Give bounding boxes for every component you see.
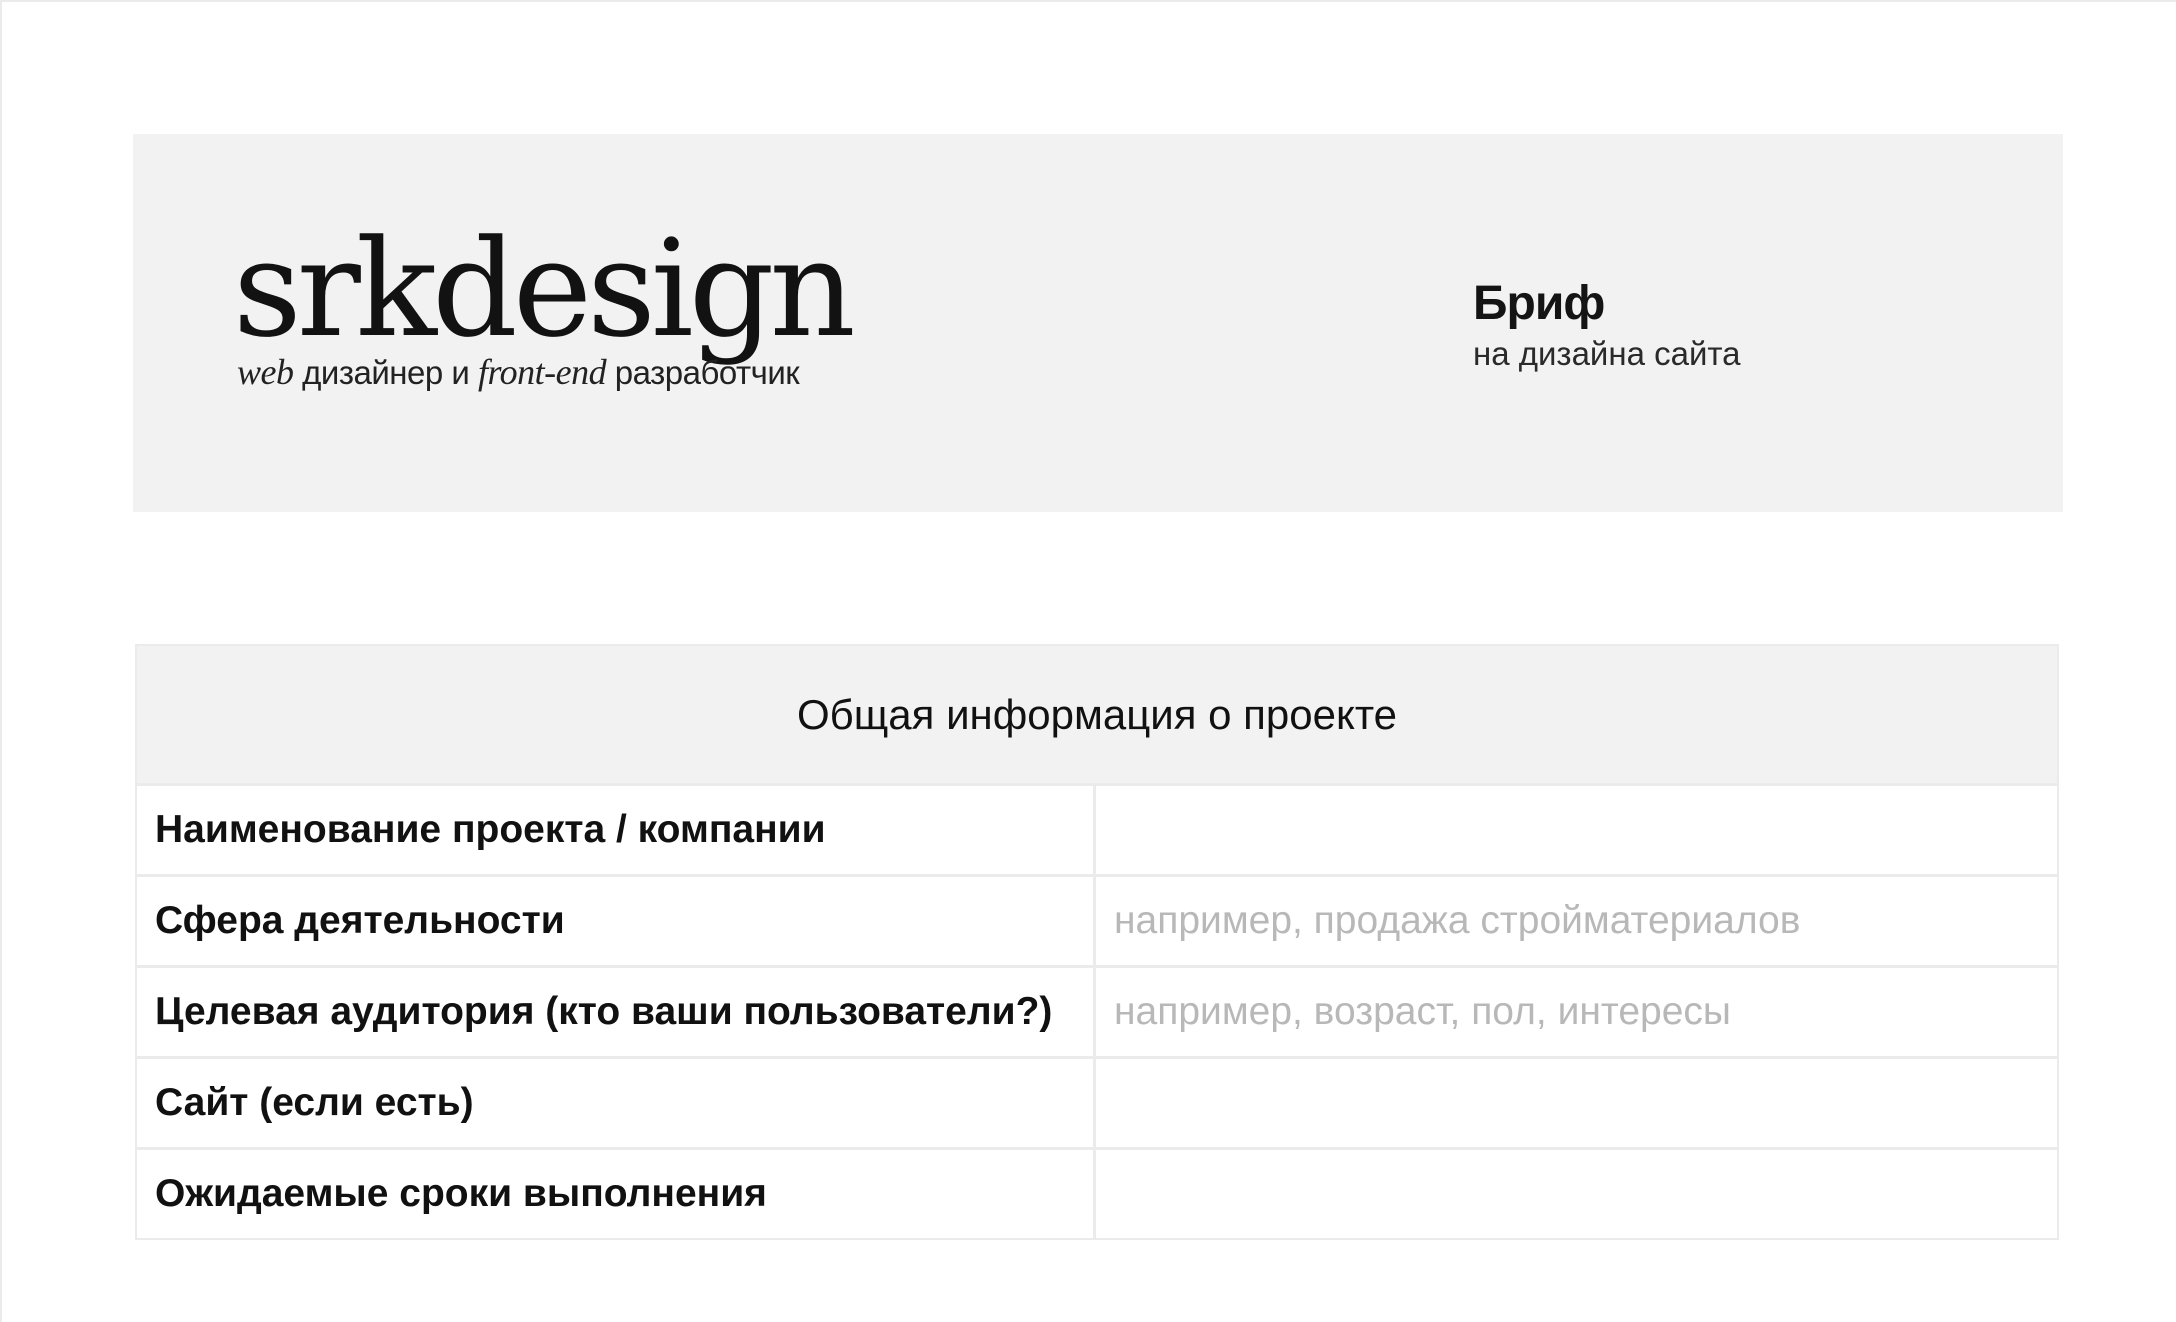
table-title: Общая информация о проекте xyxy=(137,646,2057,783)
deadline-field[interactable] xyxy=(1096,1150,2057,1238)
target-audience-field[interactable]: например, возраст, пол, интересы xyxy=(1096,968,2057,1056)
row-label-deadline: Ожидаемые сроки выполнения xyxy=(137,1150,1096,1238)
logo-tagline-designer: дизайнер и xyxy=(293,354,478,391)
table-row: Сайт (если есть) xyxy=(137,1056,2057,1147)
row-label-project-name: Наименование проекта / компании xyxy=(137,786,1096,874)
logo-tagline-web: web xyxy=(237,352,294,392)
row-label-website: Сайт (если есть) xyxy=(137,1059,1096,1147)
header-banner: srkdesign web дизайнер и front-end разра… xyxy=(133,134,2063,512)
field-of-activity-field[interactable]: например, продажа стройматериалов xyxy=(1096,877,2057,965)
row-label-target-audience: Целевая аудитория (кто ваши пользователи… xyxy=(137,968,1096,1056)
brief-heading: Бриф на дизайна сайта xyxy=(1473,277,1741,372)
website-field[interactable] xyxy=(1096,1059,2057,1147)
row-label-field-of-activity: Сфера деятельности xyxy=(137,877,1096,965)
srkdesign-logo: srkdesign web дизайнер и front-end разра… xyxy=(233,211,873,390)
brief-page: srkdesign web дизайнер и front-end разра… xyxy=(0,0,2176,1322)
table-row: Сфера деятельности например, продажа стр… xyxy=(137,874,2057,965)
logo-tagline: web дизайнер и front-end разработчик xyxy=(237,352,800,392)
logo-wordmark: srkdesign xyxy=(233,211,856,367)
project-info-table: Общая информация о проекте Наименование … xyxy=(135,644,2059,1240)
table-row: Целевая аудитория (кто ваши пользователи… xyxy=(137,965,2057,1056)
project-name-field[interactable] xyxy=(1096,786,2057,874)
table-row: Наименование проекта / компании xyxy=(137,783,2057,874)
logo-tagline-developer: разработчик xyxy=(606,354,800,391)
table-row: Ожидаемые сроки выполнения xyxy=(137,1147,2057,1238)
brief-title: Бриф xyxy=(1473,277,1605,330)
logo-tagline-frontend: front-end xyxy=(477,352,607,392)
brief-subtitle: на дизайна сайта xyxy=(1473,335,1741,372)
